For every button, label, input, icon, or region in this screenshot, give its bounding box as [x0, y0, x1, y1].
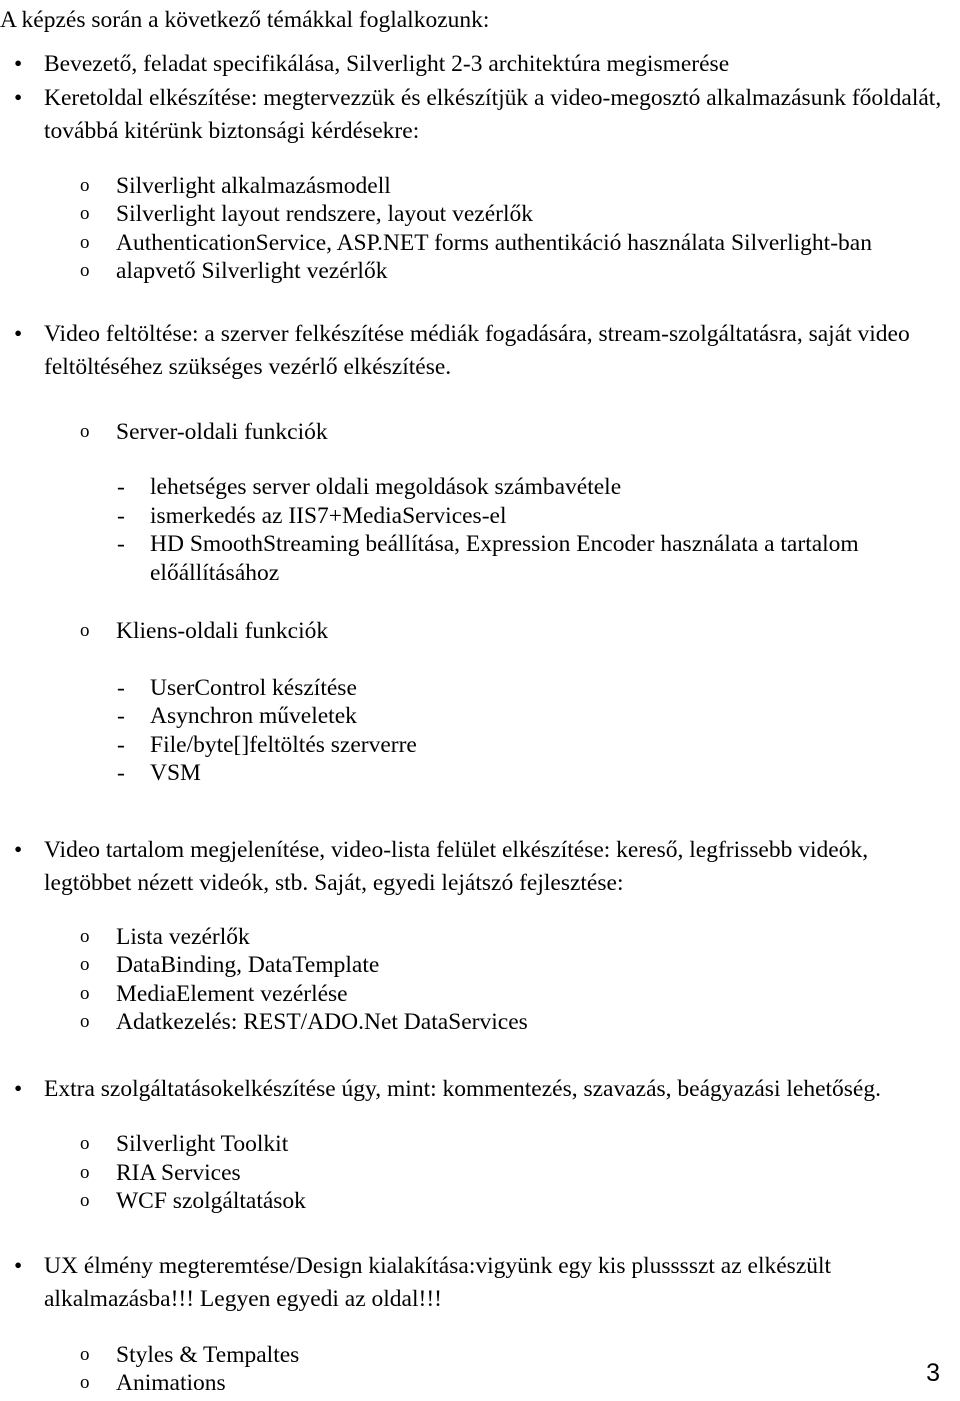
- bullet-item-level2: o Silverlight Toolkit: [0, 1130, 960, 1159]
- bullet-circle-icon: o: [80, 260, 90, 281]
- bullet-text: Lista vezérlők: [116, 923, 250, 950]
- bullet-text: MediaElement vezérlése: [116, 980, 348, 1007]
- bullet-dash-icon: -: [117, 731, 125, 758]
- bullet-text: Server-oldali funkciók: [116, 418, 328, 445]
- bullet-circle-icon: o: [80, 1133, 90, 1154]
- bullet-text: ismerkedés az IIS7+MediaServices-el: [150, 502, 507, 529]
- bullet-item-level3: - UserControl készítése: [0, 674, 960, 703]
- bullet-item-level2: o Silverlight 3 behaviors (ha megjelenik…: [0, 1398, 960, 1401]
- bullet-text: lehetséges server oldali megoldások szám…: [150, 474, 622, 500]
- bullet-circle-icon: o: [80, 1190, 90, 1211]
- bullet-item-level2: o WCF szolgáltatások: [0, 1187, 960, 1216]
- bullet-dash-icon: -: [117, 674, 125, 701]
- bullet-dot-icon: •: [14, 836, 23, 863]
- bullet-circle-icon: o: [80, 1343, 90, 1365]
- bullet-circle-icon: o: [80, 1398, 102, 1401]
- bullet-item-level3: - lehetséges server oldali megoldások sz…: [0, 473, 960, 502]
- section-bevezeto: • Bevezető, feladat specifikálása, Silve…: [0, 48, 960, 82]
- section-video-feltoltes: • Video feltöltése: a szerver felkészíté…: [0, 318, 960, 788]
- bullet-text: alapvető Silverlight vezérlők: [116, 258, 388, 284]
- bullet-dash-icon: -: [117, 502, 125, 529]
- bullet-text: Styles & Tempaltes: [116, 1341, 300, 1368]
- bullet-item-level2: o Animations: [0, 1369, 960, 1398]
- bullet-text: VSM: [150, 760, 201, 786]
- bullet-text: UserControl készítése: [150, 674, 357, 701]
- section-ux-design: • UX élmény megteremtése/Design kialakít…: [0, 1250, 960, 1401]
- bullet-dash-icon: -: [117, 703, 125, 729]
- bullet-dash-icon: -: [117, 531, 125, 557]
- bullet-item-level1: • UX élmény megteremtése/Design kialakít…: [0, 1250, 960, 1317]
- bullet-text: DataBinding, DataTemplate: [116, 952, 380, 978]
- bullet-circle-icon: o: [80, 925, 90, 947]
- bullet-item-level1: • Video feltöltése: a szerver felkészíté…: [0, 318, 960, 385]
- bullet-item-level2: o alapvető Silverlight vezérlők: [0, 257, 960, 286]
- bullet-text: UX élmény megteremtése/Design kialakítás…: [44, 1252, 832, 1313]
- bullet-item-level2: o Styles & Tempaltes: [0, 1341, 960, 1370]
- section-keretoldal: • Keretoldal elkészítése: megtervezzük é…: [0, 82, 960, 286]
- bullet-text: HD SmoothStreaming beállítása, Expressio…: [150, 531, 859, 586]
- bullet-item-level3: - File/byte[]feltöltés szerverre: [0, 731, 960, 760]
- bullet-text: Video feltöltése: a szerver felkészítése…: [44, 320, 910, 381]
- bullet-circle-icon: o: [80, 620, 90, 641]
- bullet-text: Silverlight Toolkit: [116, 1131, 289, 1157]
- bullet-text: AuthenticationService, ASP.NET forms aut…: [116, 229, 872, 256]
- bullet-dot-icon: •: [14, 1252, 23, 1279]
- bullet-circle-icon: o: [80, 1161, 90, 1183]
- bullet-item-level2: o Silverlight alkalmazásmodell: [0, 172, 960, 201]
- bullet-item-level2: o Lista vezérlők: [0, 923, 960, 952]
- bullet-item-level2: o DataBinding, DataTemplate: [0, 951, 960, 980]
- bullet-circle-icon: o: [80, 420, 90, 442]
- bullet-item-level1: • Keretoldal elkészítése: megtervezzük é…: [0, 82, 960, 149]
- bullet-item-level3: - HD SmoothStreaming beállítása, Express…: [0, 530, 960, 587]
- bullet-text: Adatkezelés: REST/ADO.Net DataServices: [116, 1009, 528, 1035]
- bullet-item-level2: o AuthenticationService, ASP.NET forms a…: [0, 229, 960, 258]
- bullet-circle-icon: o: [80, 1011, 90, 1032]
- bullet-circle-icon: o: [80, 231, 90, 253]
- bullet-item-level2: o Kliens-oldali funkciók: [0, 617, 960, 646]
- page-number: 3: [926, 1359, 940, 1387]
- bullet-item-level2: o Silverlight layout rendszere, layout v…: [0, 200, 960, 229]
- bullet-item-level3: - ismerkedés az IIS7+MediaServices-el: [0, 502, 960, 531]
- bullet-dot-icon: •: [14, 1075, 23, 1102]
- bullet-text: Bevezető, feladat specifikálása, Silverl…: [44, 51, 730, 77]
- section-video-tartalom: • Video tartalom megjelenítése, video-li…: [0, 834, 960, 1037]
- bullet-text: Kliens-oldali funkciók: [116, 618, 329, 644]
- document-body: A képzés során a következő témákkal fogl…: [0, 0, 960, 1401]
- bullet-dash-icon: -: [117, 474, 125, 500]
- document-page: A képzés során a következő témákkal fogl…: [0, 0, 960, 1401]
- bullet-circle-icon: o: [80, 174, 90, 196]
- bullet-text: Keretoldal elkészítése: megtervezzük és …: [44, 84, 942, 145]
- bullet-dot-icon: •: [14, 51, 23, 77]
- bullet-text: Asynchron műveletek: [150, 703, 357, 729]
- bullet-item-level1: • Bevezető, feladat specifikálása, Silve…: [0, 48, 960, 82]
- bullet-dash-icon: -: [117, 760, 125, 786]
- bullet-item-level2: o RIA Services: [0, 1159, 960, 1188]
- section-extra-szolgaltatasok: • Extra szolgáltatásokelkészítése úgy, m…: [0, 1073, 960, 1216]
- bullet-item-level1: • Extra szolgáltatásokelkészítése úgy, m…: [0, 1073, 960, 1107]
- bullet-circle-icon: o: [80, 203, 90, 224]
- bullet-circle-icon: o: [80, 954, 90, 975]
- bullet-dot-icon: •: [14, 84, 23, 111]
- bullet-text: Silverlight layout rendszere, layout vez…: [116, 201, 533, 227]
- bullet-text: Animations: [116, 1370, 226, 1396]
- bullet-circle-icon: o: [80, 982, 90, 1004]
- bullet-item-level2: o Adatkezelés: REST/ADO.Net DataServices: [0, 1008, 960, 1037]
- intro-paragraph: A képzés során a következő témákkal fogl…: [0, 7, 490, 33]
- bullet-dot-icon: •: [14, 320, 23, 347]
- bullet-item-level3: - Asynchron műveletek: [0, 702, 960, 731]
- bullet-text: Extra szolgáltatásokelkészítése úgy, min…: [44, 1075, 881, 1102]
- bullet-text: WCF szolgáltatások: [116, 1188, 306, 1214]
- bullet-item-level2: o MediaElement vezérlése: [0, 980, 960, 1009]
- bullet-text: RIA Services: [116, 1159, 241, 1186]
- bullet-item-level1: • Video tartalom megjelenítése, video-li…: [0, 834, 960, 901]
- bullet-item-level3: - VSM: [0, 759, 960, 788]
- bullet-circle-icon: o: [80, 1372, 90, 1393]
- bullet-text: File/byte[]feltöltés szerverre: [150, 731, 417, 758]
- bullet-text: Video tartalom megjelenítése, video-list…: [44, 836, 869, 897]
- bullet-text: Silverlight alkalmazásmodell: [116, 172, 391, 199]
- bullet-item-level2: o Server-oldali funkciók: [0, 418, 960, 447]
